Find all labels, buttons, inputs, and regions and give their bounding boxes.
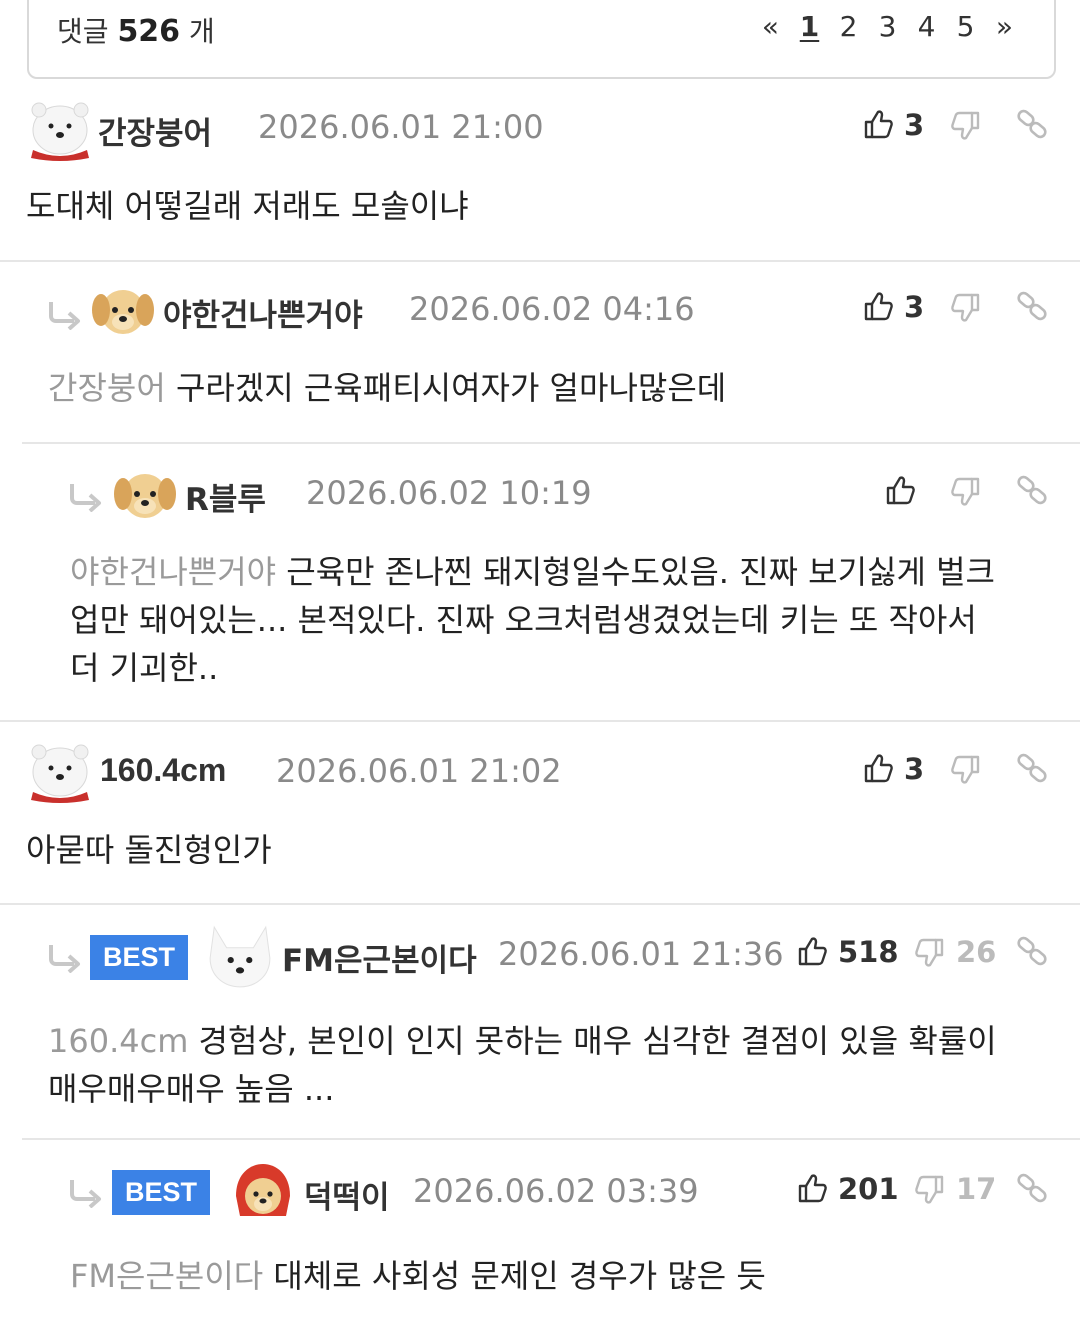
comment-item: BEST 덕떡이 2026.06.02 03:39 201 17 FM은근본이다…	[0, 1140, 1080, 1322]
comment-item: BEST FM은근본이다 2026.06.01 21:36 518 26 160…	[0, 905, 1080, 1137]
comment-body: 160.4cm 경험상, 본인이 인지 못하는 매우 심각한 결점이 있을 확률…	[48, 1017, 1058, 1113]
reply-arrow-icon	[68, 1178, 104, 1208]
comment-item: 160.4cm 2026.06.01 21:02 3 아묻따 돌진형인가	[0, 722, 1080, 902]
like-count: 3	[904, 752, 925, 786]
comment-item: 야한건나쁜거야 2026.06.02 04:16 3 간장붕어 구라겠지 근육패…	[0, 262, 1080, 442]
pager-first[interactable]: «	[751, 10, 790, 43]
comment-item: 간장붕어 2026.06.01 21:00 3 도대체 어떻길래 저래도 모솔이…	[0, 90, 1080, 260]
pager-page-3[interactable]: 3	[868, 10, 907, 43]
like-count: 518	[838, 935, 899, 969]
comment-body: 아묻따 돌진형인가	[26, 831, 272, 869]
dislike-count: 26	[956, 935, 997, 969]
pager-page-2[interactable]: 2	[829, 10, 868, 43]
thumbs-up-icon[interactable]	[862, 752, 894, 784]
mention-tag[interactable]: 간장붕어	[48, 369, 166, 407]
avatar	[206, 923, 274, 991]
comment-item: R블루 2026.06.02 10:19 야한건나쁜거야 근육만 존나찐 돼지형…	[0, 444, 1080, 720]
comment-nickname[interactable]: 160.4cm	[100, 752, 226, 789]
pager-page-5[interactable]: 5	[946, 10, 985, 43]
reply-arrow-icon	[47, 300, 83, 330]
avatar	[90, 280, 156, 342]
best-badge: BEST	[90, 935, 189, 980]
reply-arrow-icon	[68, 482, 104, 512]
best-badge: BEST	[112, 1170, 211, 1215]
avatar	[112, 462, 178, 528]
comment-text-line: 근육만 존나찐 돼지형일수도있음. 진짜 보기싫게 벌크	[286, 553, 995, 591]
link-icon[interactable]	[1016, 752, 1048, 784]
thumbs-up-icon[interactable]	[884, 474, 916, 506]
comment-timestamp: 2026.06.02 03:39	[413, 1172, 699, 1210]
comment-body: FM은근본이다 대체로 사회성 문제인 경우가 많은 듯	[70, 1252, 766, 1300]
comment-body: 간장붕어 구라겠지 근육패티시여자가 얼마나많은데	[48, 364, 726, 412]
avatar	[25, 96, 95, 162]
comment-text-line: 경험상, 본인이 인지 못하는 매우 심각한 결점이 있을 확률이	[198, 1022, 997, 1060]
thumbs-down-icon[interactable]	[950, 476, 982, 508]
thumbs-down-icon[interactable]	[950, 110, 982, 142]
comment-timestamp: 2026.06.02 04:16	[409, 290, 695, 328]
like-count: 201	[838, 1172, 899, 1206]
pager-page-4[interactable]: 4	[907, 10, 946, 43]
mention-tag[interactable]: 야한건나쁜거야	[70, 553, 276, 591]
thumbs-up-icon[interactable]	[796, 1172, 828, 1204]
comment-nickname[interactable]: 덕떡이	[304, 1172, 390, 1217]
thumbs-up-icon[interactable]	[862, 290, 894, 322]
comment-timestamp: 2026.06.01 21:36	[498, 935, 784, 973]
comment-timestamp: 2026.06.02 10:19	[306, 474, 592, 512]
link-icon[interactable]	[1016, 474, 1048, 506]
link-icon[interactable]	[1016, 935, 1048, 967]
avatar	[230, 1160, 296, 1222]
pagination: « 1 2 3 4 5 »	[751, 10, 1024, 43]
pager-last[interactable]: »	[985, 10, 1024, 43]
link-icon[interactable]	[1016, 290, 1048, 322]
avatar	[25, 738, 95, 804]
comment-nickname[interactable]: 간장붕어	[98, 108, 212, 153]
thumbs-down-icon[interactable]	[914, 1174, 946, 1206]
comment-timestamp: 2026.06.01 21:02	[276, 752, 562, 790]
comment-nickname[interactable]: R블루	[185, 474, 266, 519]
link-icon[interactable]	[1016, 1172, 1048, 1204]
thumbs-down-icon[interactable]	[950, 754, 982, 786]
comment-count: 댓글 526 개	[57, 10, 215, 50]
like-count: 3	[904, 290, 925, 324]
thumbs-up-icon[interactable]	[796, 935, 828, 967]
comment-text-line: 매우매우매우 높음 ...	[48, 1070, 335, 1108]
comment-count-unit: 개	[188, 15, 215, 48]
comment-timestamp: 2026.06.01 21:00	[258, 108, 544, 146]
comment-body: 야한건나쁜거야 근육만 존나찐 돼지형일수도있음. 진짜 보기싫게 벌크 업만 …	[70, 548, 1060, 692]
comment-count-number: 526	[117, 14, 181, 49]
mention-tag[interactable]: FM은근본이다	[70, 1257, 263, 1295]
thumbs-down-icon[interactable]	[950, 292, 982, 324]
comment-text: 구라겠지 근육패티시여자가 얼마나많은데	[175, 369, 727, 407]
comment-text-line: 더 기괴한..	[70, 649, 219, 687]
reply-arrow-icon	[47, 943, 83, 973]
comment-nickname[interactable]: 야한건나쁜거야	[163, 290, 363, 335]
dislike-count: 17	[956, 1172, 997, 1206]
thumbs-up-icon[interactable]	[862, 108, 894, 140]
mention-tag[interactable]: 160.4cm	[48, 1022, 188, 1060]
comment-count-label: 댓글	[57, 15, 109, 48]
comment-body: 도대체 어떻길래 저래도 모솔이냐	[26, 187, 469, 225]
comment-text: 대체로 사회성 문제인 경우가 많은 듯	[273, 1257, 766, 1295]
like-count: 3	[904, 108, 925, 142]
comment-header: 댓글 526 개 « 1 2 3 4 5 »	[27, 0, 1056, 79]
thumbs-down-icon[interactable]	[914, 937, 946, 969]
pager-page-1[interactable]: 1	[790, 10, 829, 43]
link-icon[interactable]	[1016, 108, 1048, 140]
comment-text-line: 업만 돼어있는... 본적있다. 진짜 오크처럼생겼었는데 키는 또 작아서	[70, 601, 977, 639]
comment-nickname[interactable]: FM은근본이다	[282, 935, 477, 980]
